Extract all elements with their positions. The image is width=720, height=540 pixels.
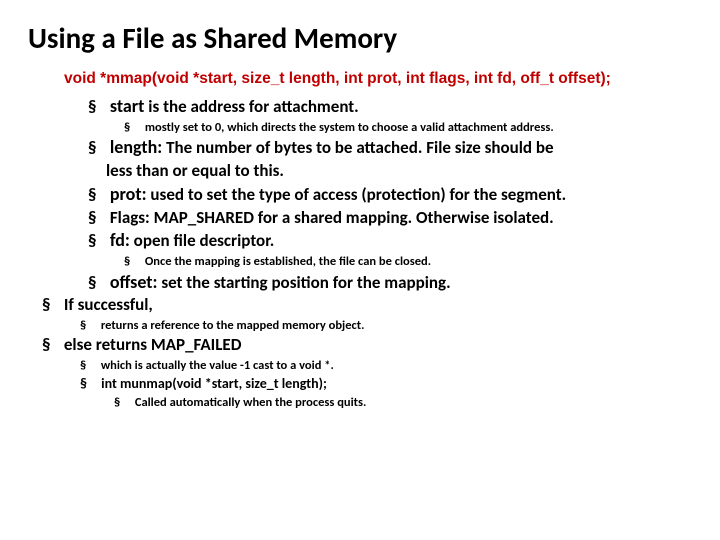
param-length-desc-1: The number of bytes to be attached. File…: [162, 137, 553, 158]
param-length-desc-2: less than or equal to this.: [106, 160, 692, 183]
return-fail: else returns MAP_FAILED: [42, 334, 692, 357]
param-prot-keyword: prot:: [110, 183, 147, 205]
param-length: length: The number of bytes to be attach…: [88, 136, 692, 160]
param-length-keyword: length:: [110, 136, 162, 158]
return-fail-note: which is actually the value -1 cast to a…: [80, 357, 692, 374]
param-fd-keyword: fd:: [110, 229, 130, 251]
slide: Using a File as Shared Memory void *mmap…: [0, 0, 720, 540]
param-start-desc: is the address for attachment.: [144, 96, 358, 117]
munmap-signature: int munmap(void *start, size_t length);: [80, 374, 692, 393]
param-offset-desc: set the starting position for the mappin…: [157, 272, 450, 293]
param-start-note: mostly set to 0, which directs the syste…: [124, 119, 692, 136]
param-list: start is the address for attachment. mos…: [28, 95, 692, 295]
return-list: If successful, returns a reference to th…: [28, 294, 692, 410]
return-success: If successful,: [42, 294, 692, 317]
return-success-note: returns a reference to the mapped memory…: [80, 317, 692, 334]
param-offset-keyword: offset:: [110, 271, 158, 293]
param-offset: offset: set the starting position for th…: [88, 271, 692, 295]
mmap-signature: void *mmap(void *start, size_t length, i…: [64, 69, 692, 88]
param-fd-desc: open file descriptor.: [130, 230, 274, 251]
param-start: start is the address for attachment.: [88, 95, 692, 119]
param-flags-keyword: Flags:: [110, 207, 150, 228]
param-start-keyword: start: [110, 95, 145, 117]
slide-title: Using a File as Shared Memory: [28, 22, 692, 55]
param-prot: prot: used to set the type of access (pr…: [88, 183, 692, 207]
param-fd-note: Once the mapping is established, the fil…: [124, 253, 692, 270]
param-flags: Flags: MAP_SHARED for a shared mapping. …: [88, 207, 692, 230]
param-prot-desc: used to set the type of access (protecti…: [147, 184, 567, 205]
param-flags-desc: MAP_SHARED for a shared mapping. Otherwi…: [150, 207, 554, 228]
munmap-note: Called automatically when the process qu…: [114, 394, 692, 411]
param-fd: fd: open file descriptor.: [88, 229, 692, 253]
